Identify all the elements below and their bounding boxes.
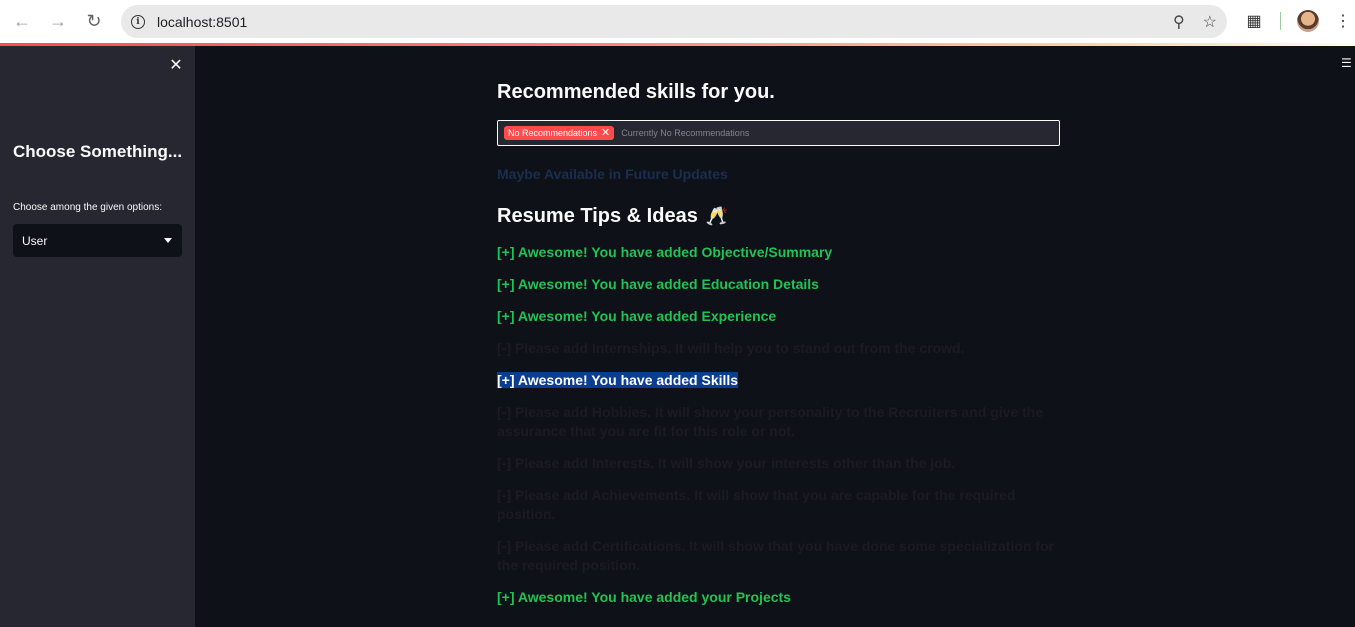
remove-tag-icon[interactable]: ✕: [601, 128, 610, 139]
tip-item: [-] Please add Internships. It will help…: [497, 339, 1060, 358]
main-menu-icon[interactable]: ☰: [1341, 57, 1353, 70]
user-type-select[interactable]: User: [13, 224, 182, 257]
url-text[interactable]: localhost:8501: [157, 14, 247, 30]
back-arrow-icon[interactable]: ←: [4, 4, 40, 40]
tip-item: [+] Awesome! You have added Skills: [497, 371, 1060, 390]
tip-item: [+] Awesome! You have added Education De…: [497, 275, 1060, 294]
tip-text: [-] Please add Achievements. It will sho…: [497, 487, 1016, 522]
profile-avatar[interactable]: [1297, 10, 1319, 32]
skill-tag[interactable]: No Recommendations ✕: [504, 126, 615, 140]
skills-heading: Recommended skills for you.: [497, 81, 775, 103]
sidebar: ✕ Choose Something... Choose among the g…: [0, 46, 195, 627]
chevron-down-icon[interactable]: [164, 238, 172, 243]
tip-item: [-] Please add Certifications. It will s…: [497, 537, 1060, 575]
tip-text: [+] Awesome! You have added Skills: [497, 372, 739, 388]
sidebar-title: Choose Something...: [13, 142, 183, 161]
tip-text: [-] Please add Certifications. It will s…: [497, 538, 1054, 573]
tip-text: [+] Awesome! You have added Objective/Su…: [497, 244, 833, 260]
tip-item: [-] Please add Hobbies. It will show you…: [497, 403, 1060, 441]
address-bar[interactable]: i localhost:8501 ⚲ ☆: [121, 5, 1227, 38]
select-value[interactable]: User: [22, 234, 47, 248]
tip-text: [-] Please add Interests. It will show y…: [497, 455, 956, 471]
skill-tag-label: No Recommendations: [508, 128, 598, 138]
forward-arrow-icon[interactable]: →: [40, 4, 76, 40]
tip-text: [+] Awesome! You have added your Project…: [497, 589, 791, 605]
extensions-puzzle-icon[interactable]: ▦: [1244, 11, 1264, 31]
select-label: Choose among the given options:: [13, 202, 162, 213]
future-updates-note: Maybe Available in Future Updates: [497, 166, 728, 182]
tips-heading: Resume Tips & Ideas 🥂: [497, 205, 728, 228]
reload-icon[interactable]: ↻: [76, 4, 112, 40]
tip-text: [-] Please add Hobbies. It will show you…: [497, 404, 1044, 439]
tips-heading-text: Resume Tips & Ideas: [497, 205, 698, 227]
tip-item: [-] Please add Achievements. It will sho…: [497, 486, 1060, 524]
main-content: ☰ Recommended skills for you. No Recomme…: [195, 46, 1355, 627]
tip-text: [+] Awesome! You have added Education De…: [497, 276, 819, 292]
toolbar-divider: [1280, 12, 1281, 30]
tip-text: [+] Awesome! You have added Experience: [497, 308, 777, 324]
tip-item: [+] Awesome! You have added your Project…: [497, 588, 1060, 607]
tip-item: [+] Awesome! You have added Experience: [497, 307, 1060, 326]
tip-item: [-] Please add Interests. It will show y…: [497, 454, 1060, 473]
browser-toolbar: ← → ↻ i localhost:8501 ⚲ ☆ ▦ ⋮: [0, 0, 1355, 43]
zoom-icon[interactable]: ⚲: [1173, 12, 1185, 32]
skills-multiselect[interactable]: No Recommendations ✕ Currently No Recomm…: [497, 120, 1060, 146]
browser-menu-icon[interactable]: ⋮: [1335, 10, 1351, 32]
tip-text: [-] Please add Internships. It will help…: [497, 340, 965, 356]
bookmark-star-icon[interactable]: ☆: [1203, 12, 1217, 32]
champagne-toast-icon: 🥂: [705, 206, 729, 226]
site-info-icon[interactable]: i: [131, 14, 145, 29]
close-sidebar-icon[interactable]: ✕: [168, 58, 184, 74]
multiselect-placeholder: Currently No Recommendations: [621, 128, 750, 138]
tip-item: [+] Awesome! You have added Objective/Su…: [497, 243, 1060, 262]
